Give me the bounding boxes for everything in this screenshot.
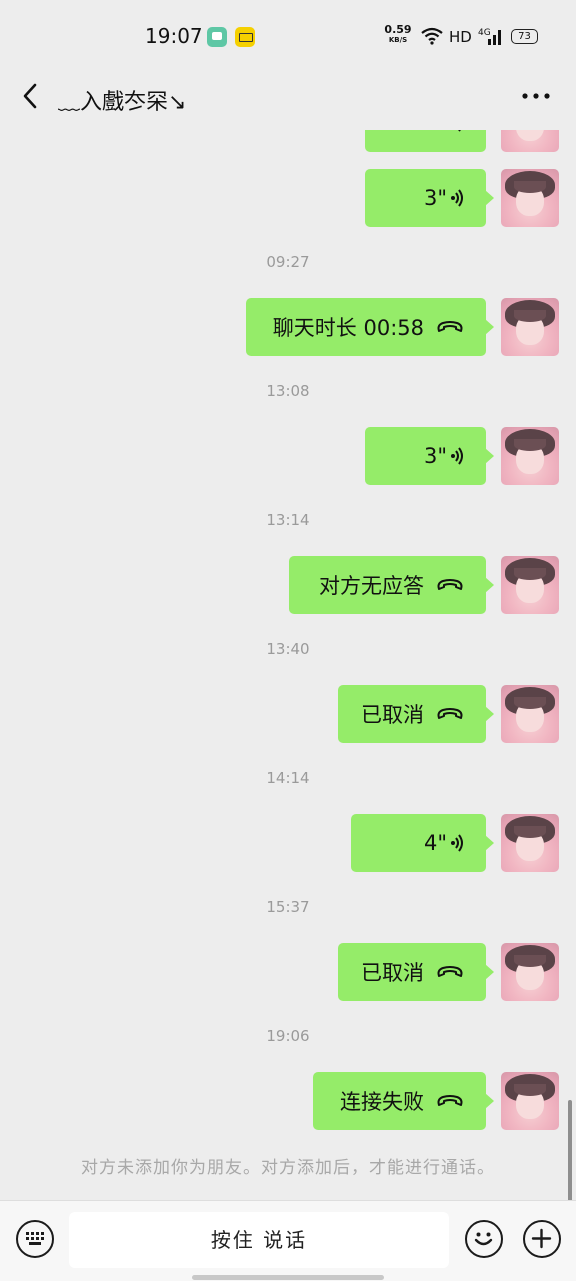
smiley-icon	[474, 1232, 493, 1246]
battery-level: 73	[511, 29, 538, 44]
user-avatar[interactable]	[501, 943, 559, 1001]
user-avatar[interactable]	[501, 169, 559, 227]
message-row: 对方无应答	[0, 556, 576, 614]
timestamp: 13:40	[266, 640, 310, 658]
voice-duration: 4"	[423, 831, 447, 855]
phone-hangup-icon	[437, 966, 463, 977]
call-status-text: 已取消	[361, 961, 424, 985]
friend-notice: 对方未添加你为朋友。对方添加后，才能进行通话。	[81, 1158, 495, 1178]
user-avatar[interactable]	[501, 814, 559, 872]
user-avatar[interactable]	[501, 556, 559, 614]
voice-message-bubble[interactable]: 4"	[351, 814, 494, 872]
back-arrow-icon[interactable]	[20, 82, 40, 110]
call-message-bubble[interactable]: 连接失败	[313, 1072, 494, 1130]
scrollbar[interactable]	[568, 1100, 572, 1200]
input-bar: 按住 说话	[0, 1200, 576, 1281]
keyboard-icon	[26, 1232, 44, 1245]
call-status-text: 聊天时长 00:58	[272, 316, 424, 340]
voice-wave-icon	[458, 130, 461, 132]
call-status-text: 连接失败	[340, 1090, 424, 1114]
timestamp: 09:27	[266, 253, 310, 271]
phone-hangup-icon	[437, 708, 463, 719]
call-message-bubble[interactable]: 已取消	[338, 943, 494, 1001]
call-message-bubble[interactable]: 聊天时长 00:58	[246, 298, 494, 356]
user-avatar[interactable]	[501, 427, 559, 485]
voice-message-bubble[interactable]	[365, 130, 494, 152]
phone-hangup-icon	[437, 321, 463, 332]
call-message-bubble[interactable]: 已取消	[338, 685, 494, 743]
phone-hangup-icon	[437, 579, 463, 590]
wifi-icon	[421, 27, 443, 45]
voice-message-bubble[interactable]: 3"	[365, 427, 494, 485]
keyboard-toggle-button[interactable]	[16, 1220, 54, 1258]
net-speed: 0.59 KB/S	[384, 23, 412, 45]
emoji-button[interactable]	[465, 1220, 503, 1258]
voice-duration: 3"	[423, 186, 447, 210]
call-message-bubble[interactable]: 对方无应答	[289, 556, 494, 614]
status-bar: 19:07 0.59 KB/S HD 4G 73	[0, 0, 576, 72]
more-options-icon[interactable]	[520, 82, 552, 110]
cellular-signal-icon: 4G	[478, 28, 501, 45]
news-app-icon	[235, 27, 255, 47]
chat-header: ﹏入戲冭罙↘	[0, 72, 576, 130]
message-row: 已取消	[0, 943, 576, 1001]
status-time: 19:07	[145, 24, 203, 48]
voice-wave-icon	[451, 447, 463, 465]
hold-to-talk-button[interactable]: 按住 说话	[69, 1212, 449, 1268]
message-row: 已取消	[0, 685, 576, 743]
timestamp: 14:14	[266, 769, 310, 787]
net-speed-unit: KB/S	[388, 36, 408, 44]
message-row: 3"	[0, 427, 576, 485]
home-indicator[interactable]	[192, 1275, 384, 1280]
hd-indicator: HD	[449, 28, 472, 46]
voice-duration: 3"	[423, 444, 447, 468]
timestamp: 19:06	[266, 1027, 310, 1045]
message-row: 连接失败	[0, 1072, 576, 1130]
user-avatar[interactable]	[501, 298, 559, 356]
user-avatar[interactable]	[501, 130, 559, 152]
call-status-text: 已取消	[361, 703, 424, 727]
call-status-text: 对方无应答	[319, 574, 424, 598]
message-row: 聊天时长 00:58	[0, 298, 576, 356]
phone-hangup-icon	[437, 1095, 463, 1106]
voice-message-bubble[interactable]: 3"	[365, 169, 494, 227]
more-functions-button[interactable]	[523, 1220, 561, 1258]
message-row: 3"	[0, 169, 576, 227]
timestamp: 15:37	[266, 898, 310, 916]
timestamp: 13:08	[266, 382, 310, 400]
net-speed-value: 0.59	[384, 23, 412, 36]
user-avatar[interactable]	[501, 685, 559, 743]
voice-wave-icon	[451, 189, 463, 207]
timestamp: 13:14	[266, 511, 310, 529]
user-avatar[interactable]	[501, 1072, 559, 1130]
message-app-icon	[207, 27, 227, 47]
plus-icon	[531, 1228, 552, 1249]
message-row	[0, 130, 576, 152]
svg-text:4G: 4G	[478, 28, 491, 38]
chat-title: ﹏入戲冭罙↘	[58, 90, 187, 115]
message-row: 4"	[0, 814, 576, 872]
voice-wave-icon	[451, 834, 463, 852]
message-list[interactable]: 3" 09:27 聊天时长 00:58 13:08 3" 13:14 对方无应答…	[0, 130, 576, 1200]
